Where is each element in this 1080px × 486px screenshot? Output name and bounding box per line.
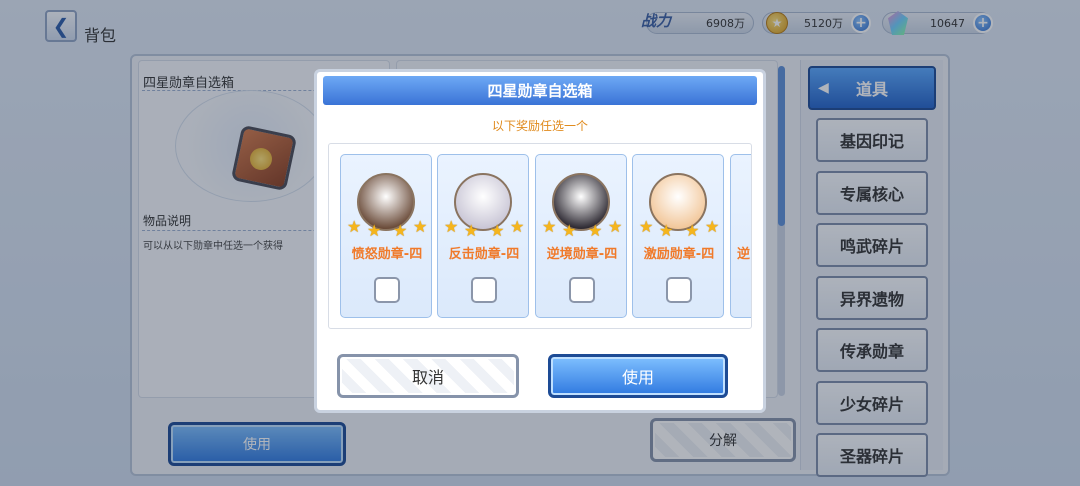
confirm-use-button[interactable]: 使用: [548, 354, 728, 398]
star-icon: ★: [705, 217, 720, 236]
reward-checkbox[interactable]: [374, 277, 400, 303]
star-icon: ★: [639, 217, 654, 236]
star-icon: ★: [490, 221, 505, 240]
star-icon: ★: [510, 217, 525, 236]
reward-name: 愤怒勋章-四: [351, 247, 423, 262]
star-rating: ★ ★ ★ ★: [345, 217, 429, 239]
reward-checkbox[interactable]: [471, 277, 497, 303]
star-icon: ★: [542, 217, 557, 236]
reward-list[interactable]: ★ ★ ★ ★ 愤怒勋章-四 ★ ★ ★ ★ 反击勋章-四 ★ ★ ★ ★ 逆境…: [328, 143, 752, 329]
reward-card[interactable]: ★ ★ ★ ★ 逆境勋章-四: [535, 154, 627, 318]
cancel-button[interactable]: 取消: [337, 354, 519, 398]
reward-card[interactable]: 逆: [730, 154, 751, 318]
star-rating: ★ ★ ★ ★: [637, 217, 721, 239]
dialog-subtitle: 以下奖励任选一个: [491, 119, 588, 133]
reward-name: 反击勋章-四: [448, 247, 520, 262]
star-icon: ★: [562, 221, 577, 240]
star-icon: ★: [685, 221, 700, 240]
star-icon: ★: [393, 221, 408, 240]
star-icon: ★: [367, 221, 382, 240]
reward-card[interactable]: ★ ★ ★ ★ 反击勋章-四: [437, 154, 529, 318]
star-icon: ★: [413, 217, 428, 236]
reward-checkbox[interactable]: [569, 277, 595, 303]
star-icon: ★: [347, 217, 362, 236]
reward-card[interactable]: ★ ★ ★ ★ 愤怒勋章-四: [340, 154, 432, 318]
reward-checkbox[interactable]: [666, 277, 692, 303]
reward-name: 激励勋章-四: [643, 247, 715, 262]
star-rating: ★ ★ ★ ★: [442, 217, 526, 239]
star-icon: ★: [608, 217, 623, 236]
star-rating: ★ ★ ★ ★: [540, 217, 624, 239]
star-icon: ★: [659, 221, 674, 240]
star-icon: ★: [464, 221, 479, 240]
dialog-title: 四星勋章自选箱: [323, 76, 757, 105]
reward-name: 逆: [737, 247, 751, 262]
reward-card[interactable]: ★ ★ ★ ★ 激励勋章-四: [632, 154, 724, 318]
star-icon: ★: [444, 217, 459, 236]
reward-name: 逆境勋章-四: [546, 247, 618, 262]
star-icon: ★: [588, 221, 603, 240]
